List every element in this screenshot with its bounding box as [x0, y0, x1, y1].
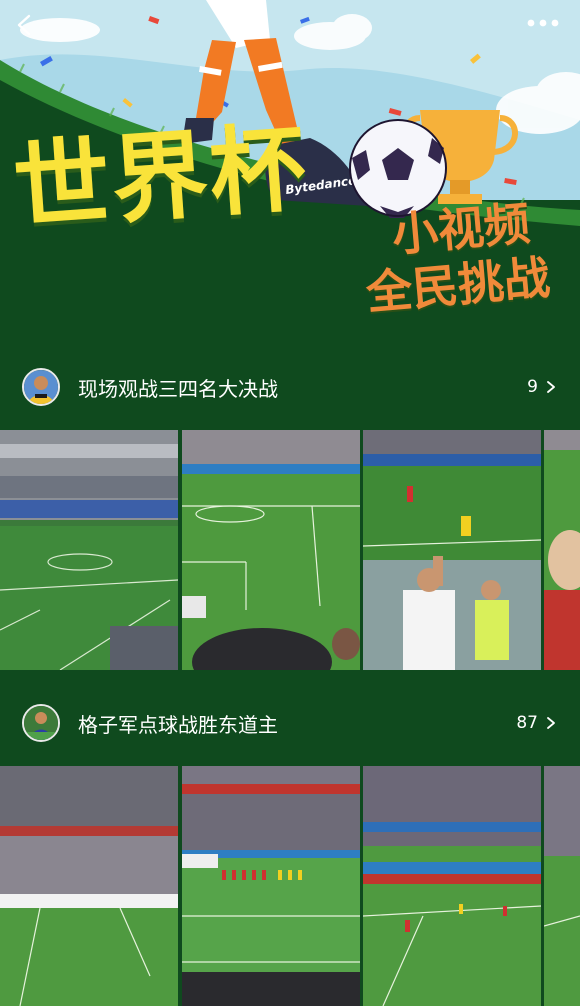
chevron-left-icon: [17, 14, 31, 36]
topic-title: 格子军点球战胜东道主: [78, 712, 278, 737]
video-thumbnail[interactable]: [363, 430, 541, 670]
video-count: 87: [516, 713, 538, 733]
topic-section: 格子军点球战胜东道主 87: [0, 688, 580, 1006]
video-thumbnail[interactable]: [544, 766, 580, 1006]
more-button[interactable]: [526, 18, 566, 48]
chevron-right-icon: [547, 381, 555, 393]
avatar: [22, 704, 60, 742]
banner-subtitle-line1: 小视频: [389, 196, 533, 262]
video-thumbnail[interactable]: [0, 430, 178, 670]
topic-title: 现场观战三四名大决战: [78, 376, 278, 401]
video-thumbnail[interactable]: [0, 766, 178, 1006]
video-thumbnail[interactable]: [182, 430, 360, 670]
topic-header[interactable]: 格子军点球战胜东道主 87: [0, 688, 580, 758]
video-strip[interactable]: [0, 766, 580, 1006]
video-strip[interactable]: [0, 430, 580, 670]
topic-section: 现场观战三四名大决战 9: [0, 352, 580, 670]
chevron-right-icon: [547, 717, 555, 729]
topic-header[interactable]: 现场观战三四名大决战 9: [0, 352, 580, 422]
back-button[interactable]: [14, 14, 50, 50]
video-count: 9: [527, 377, 538, 397]
video-thumbnail[interactable]: [544, 430, 580, 670]
avatar: [22, 368, 60, 406]
video-thumbnail[interactable]: [363, 766, 541, 1006]
video-thumbnail[interactable]: [182, 766, 360, 1006]
hero-banner: Bytedance 世界杯 小视频 全民挑战: [0, 0, 580, 360]
banner-title: 世界杯: [10, 111, 312, 244]
more-dots-icon: [527, 19, 559, 27]
